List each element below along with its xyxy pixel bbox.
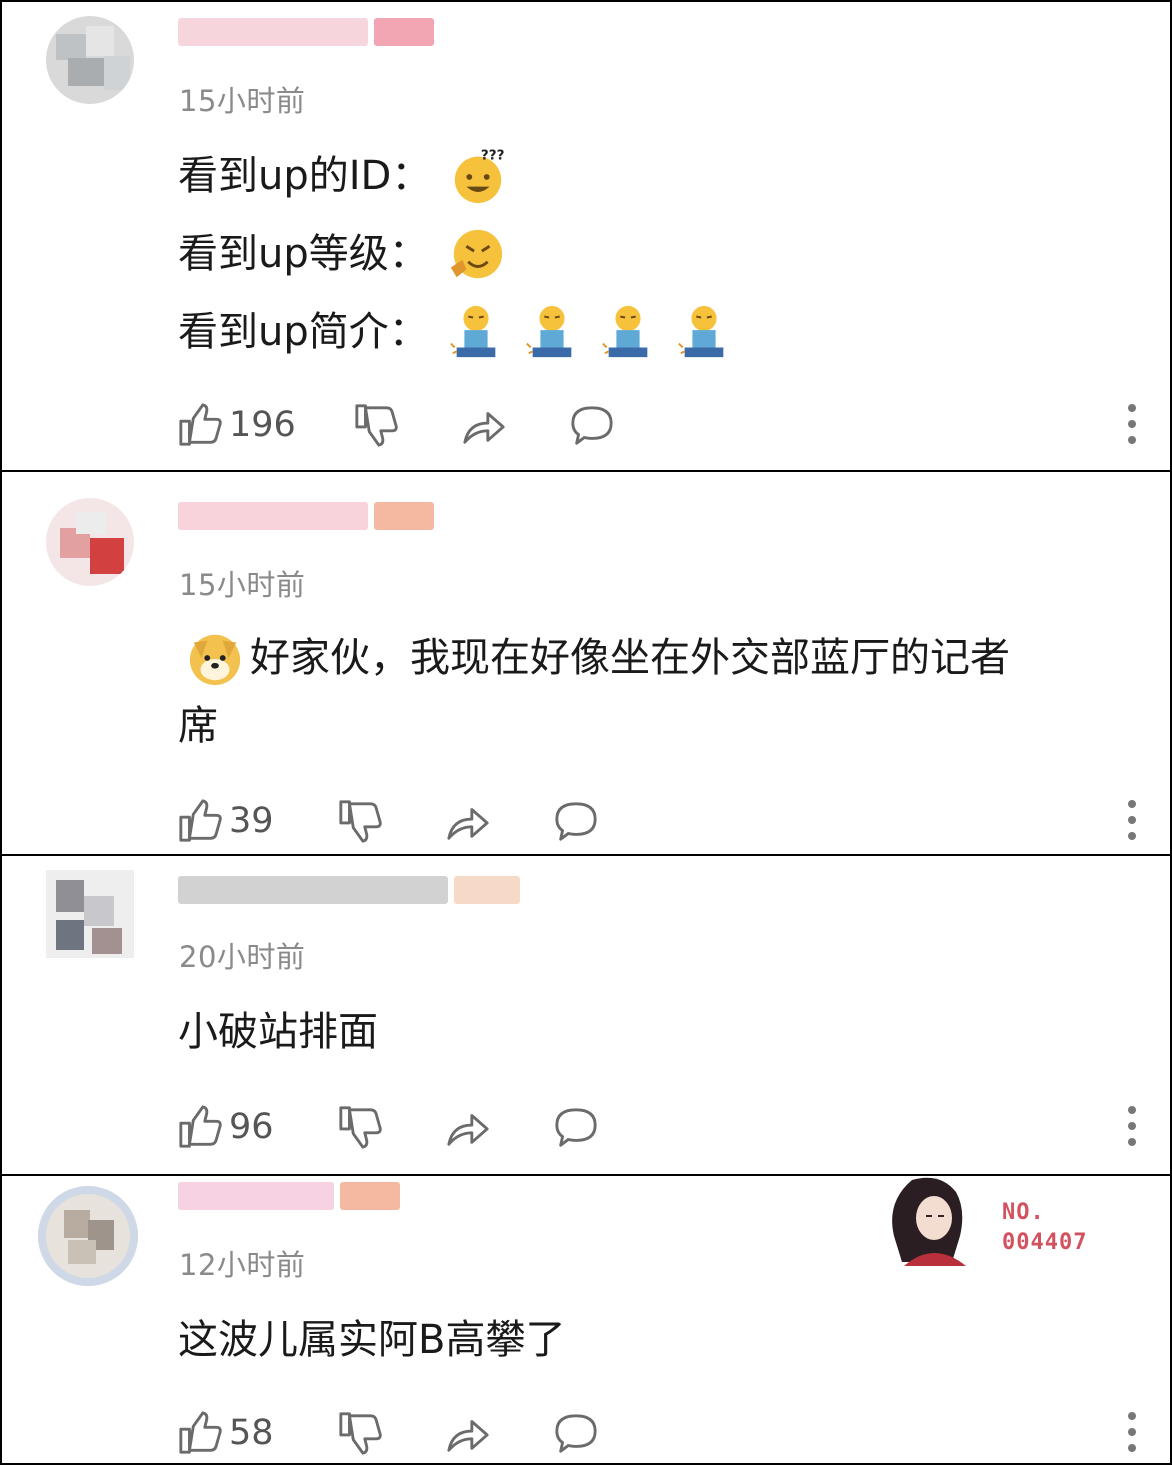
more-options-icon[interactable] [1127, 404, 1137, 444]
like-count: 96 [229, 1107, 274, 1147]
like-button[interactable]: 196 [177, 402, 296, 448]
comment-time: 15小时前 [179, 84, 306, 118]
share-button[interactable] [445, 798, 491, 844]
reply-button[interactable] [553, 798, 599, 844]
thumbs-down-icon [339, 800, 382, 843]
dislike-button[interactable] [337, 1410, 383, 1456]
comment-line-text: 好家伙，我现在好像坐在外交部蓝厅的记者 [250, 635, 1010, 681]
comment-bubble-icon [555, 802, 597, 841]
avatar[interactable] [38, 1186, 138, 1286]
like-button[interactable]: 58 [177, 1410, 274, 1456]
share-button[interactable] [445, 1104, 491, 1150]
comment-line-text: 看到up的ID： [178, 153, 432, 199]
more-options-icon[interactable] [1127, 1412, 1137, 1452]
share-button[interactable] [445, 1410, 491, 1456]
comment-actions: 39 [177, 798, 1137, 846]
fan-number: NO. 004407 [1002, 1200, 1088, 1255]
thinking-face-emoji: ??? [455, 148, 505, 204]
comment-text: 这波儿属实阿B高攀了 [178, 1317, 566, 1363]
thumbs-down-icon [339, 1412, 382, 1455]
avatar[interactable] [46, 498, 134, 586]
comment-text: 小破站排面 [178, 1009, 378, 1055]
sitting-person-emoji [525, 305, 572, 358]
reply-button[interactable] [553, 1104, 599, 1150]
anime-character-icon [892, 1177, 966, 1266]
fan-badge[interactable]: NO. 004407 [882, 1176, 1142, 1266]
comment-time: 12小时前 [179, 1248, 306, 1282]
comment-line: 看到up简介： [178, 298, 733, 366]
comment-line: 看到up等级： [178, 220, 733, 288]
reply-button[interactable] [553, 1410, 599, 1456]
thumbs-up-icon [179, 403, 222, 446]
username[interactable] [178, 502, 440, 536]
thumbs-down-icon [339, 1106, 382, 1149]
thumbs-up-icon [179, 1411, 222, 1454]
dislike-button[interactable] [337, 1104, 383, 1150]
thumbs-up-icon [179, 1105, 222, 1148]
reply-button[interactable] [569, 402, 615, 448]
share-icon [447, 1114, 489, 1146]
comment-bubble-icon [555, 1414, 597, 1453]
like-button[interactable]: 96 [177, 1104, 274, 1150]
comment-line: 好家伙，我现在好像坐在外交部蓝厅的记者 [186, 624, 1010, 692]
comment-actions: 196 [177, 402, 1137, 450]
sitting-person-emoji [449, 305, 496, 358]
dislike-button[interactable] [337, 798, 383, 844]
comment-card-2: 15小时前 好家伙，我现在好像坐在外交部蓝厅的记者 席 39 [0, 470, 1172, 856]
username[interactable] [178, 876, 526, 910]
comment-actions: 96 [177, 1104, 1137, 1152]
username[interactable] [178, 1182, 406, 1216]
thumbs-down-icon [355, 404, 398, 447]
comment-actions: 58 [177, 1410, 1137, 1458]
more-options-icon[interactable] [1127, 800, 1137, 840]
thumbs-up-icon [179, 799, 222, 842]
share-icon [447, 808, 489, 840]
avatar[interactable] [46, 870, 134, 958]
comment-text: 看到up的ID： ??? 看到up等级： 看到up简介： [178, 142, 733, 366]
comment-card-1: 15小时前 看到up的ID： ??? 看到up等级： 看到up简介： 196 [0, 0, 1172, 472]
comment-bubble-icon [555, 1108, 597, 1147]
comment-line: 看到up的ID： ??? [178, 142, 733, 210]
more-options-icon[interactable] [1127, 1106, 1137, 1146]
comment-line: 席 [178, 692, 1010, 760]
like-button[interactable]: 39 [177, 798, 274, 844]
avatar[interactable] [46, 16, 134, 104]
laughing-face-emoji [450, 229, 502, 279]
username[interactable] [178, 18, 440, 52]
like-count: 196 [229, 405, 296, 445]
sitting-person-emoji [601, 305, 648, 358]
comment-text: 好家伙，我现在好像坐在外交部蓝厅的记者 席 [178, 624, 1010, 760]
like-count: 39 [229, 801, 274, 841]
share-icon [463, 412, 505, 444]
svg-text:???: ??? [481, 148, 505, 164]
comment-line-text: 看到up等级： [178, 231, 429, 277]
sitting-person-emoji [677, 305, 724, 358]
like-count: 58 [229, 1413, 274, 1453]
comment-line-text: 席 [178, 703, 218, 749]
comment-time: 15小时前 [179, 568, 306, 602]
comment-line-text: 看到up简介： [178, 309, 429, 355]
share-icon [447, 1420, 489, 1452]
doge-emoji [189, 634, 241, 686]
comment-card-3: 20小时前 小破站排面 96 [0, 854, 1172, 1176]
comment-bubble-icon [571, 406, 613, 445]
dislike-button[interactable] [353, 402, 399, 448]
comment-time: 20小时前 [179, 940, 306, 974]
comment-card-4: 12小时前 这波儿属实阿B高攀了 NO. 004407 58 [0, 1174, 1172, 1465]
share-button[interactable] [461, 402, 507, 448]
